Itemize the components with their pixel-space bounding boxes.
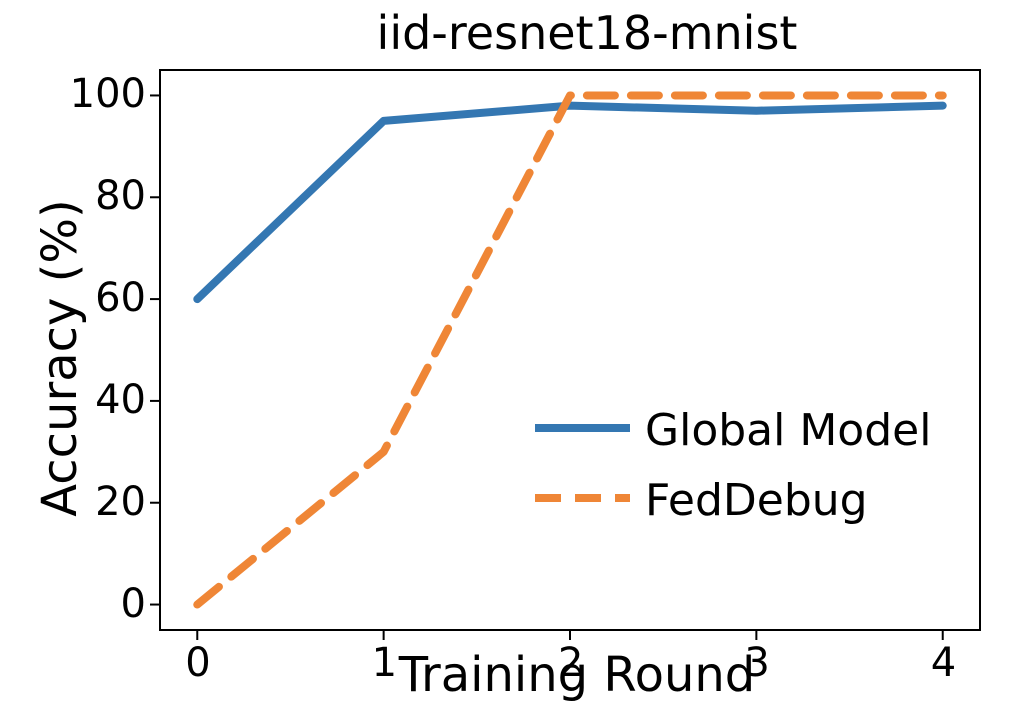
y-tick-label: 60 (95, 275, 146, 321)
y-tick-label: 0 (121, 581, 146, 627)
line-global-model (197, 106, 942, 299)
chart-container: iid-resnet18-mnist 01234 020406080100 Ac… (0, 0, 1014, 713)
legend: Global Model FedDebug (535, 390, 955, 550)
y-tick-label: 80 (95, 173, 146, 219)
legend-label-global-model: Global Model (645, 405, 931, 456)
x-axis-label: Training Round (160, 647, 994, 703)
chart-plot-area (0, 0, 1014, 713)
y-tick-label: 40 (95, 377, 146, 423)
legend-label-feddebug: FedDebug (645, 475, 868, 526)
x-ticks (197, 630, 942, 640)
y-axis-label: Accuracy (%) (32, 58, 88, 658)
y-ticks (150, 95, 160, 604)
y-tick-label: 20 (95, 479, 146, 525)
